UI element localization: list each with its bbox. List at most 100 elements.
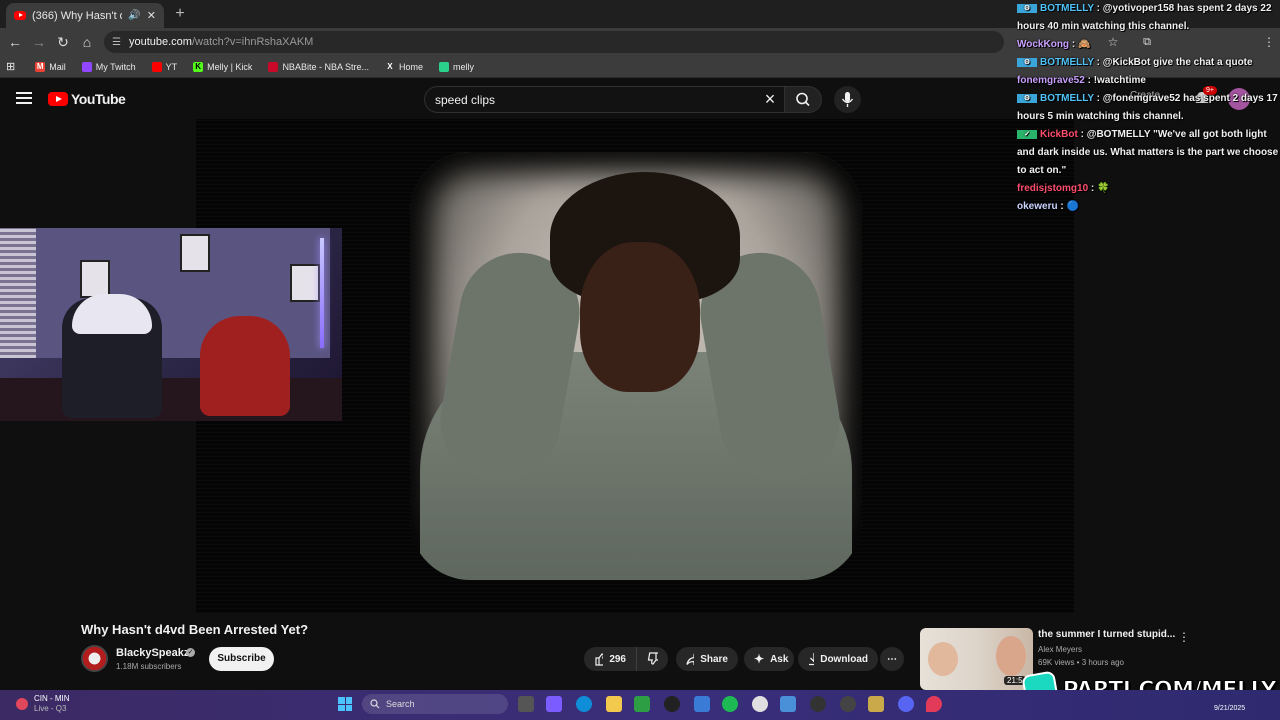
- x-icon: X: [387, 61, 393, 71]
- ask-label: Ask: [770, 653, 789, 665]
- recommended-video-channel[interactable]: Alex Meyers: [1038, 645, 1082, 654]
- dislike-button[interactable]: [636, 647, 668, 671]
- chat-username: WockKong: [1017, 39, 1070, 50]
- reload-button[interactable]: ↻: [54, 33, 72, 51]
- chrome-icon[interactable]: [752, 696, 768, 712]
- twitch-icon: [81, 61, 92, 72]
- chat-message: ⚙ BOTMELLY : @yotivoper158 has spent 2 da…: [1017, 3, 1272, 32]
- media-player-icon[interactable]: [810, 696, 826, 712]
- bookmark-my-twitch[interactable]: My Twitch: [76, 60, 142, 74]
- bookmark-melly[interactable]: melly: [433, 60, 480, 74]
- clear-search-icon[interactable]: ×: [760, 88, 780, 110]
- address-bar[interactable]: ☰ youtube.com/watch?v=ihnRshaXAKM: [104, 31, 1004, 53]
- chat-text: 🔵: [1066, 201, 1079, 212]
- speaker-icon[interactable]: 🔊: [128, 10, 140, 21]
- youtube-logo[interactable]: YouTube: [48, 91, 126, 107]
- sparkle-icon: ✦: [754, 652, 765, 666]
- thumbnail-face: [928, 642, 958, 676]
- download-button[interactable]: Download: [798, 647, 878, 671]
- webcam-poster: [80, 260, 110, 298]
- youtube-play-icon: [48, 92, 68, 106]
- chat-message: ✓ KickBot : @BOTMELLY "We've all got both…: [1017, 129, 1279, 176]
- steam-icon[interactable]: [664, 696, 680, 712]
- share-arrow-icon: [686, 653, 695, 666]
- recommendation-menu-icon[interactable]: ⋮: [1178, 630, 1190, 644]
- bookmark-mail[interactable]: M Mail: [29, 60, 72, 74]
- site-info-icon[interactable]: ☰: [112, 37, 121, 48]
- chat-text: 🍀: [1097, 183, 1110, 194]
- download-label: Download: [820, 653, 868, 665]
- chat-username: KickBot: [1040, 129, 1078, 140]
- voice-search-button[interactable]: [834, 86, 861, 113]
- ask-button[interactable]: ✦ Ask: [744, 647, 794, 671]
- chat-message: fonemgrave52 : !watchtime: [1017, 75, 1146, 86]
- webcam-poster: [180, 234, 210, 272]
- chat-username: fredisjstomg10: [1017, 183, 1089, 194]
- bookmark-home[interactable]: X Home: [379, 60, 429, 74]
- taskbar-search[interactable]: Search: [362, 694, 508, 714]
- bookmark-melly-kick[interactable]: K Melly | Kick: [187, 60, 258, 74]
- widget-icon: [16, 698, 28, 710]
- bot-badge-icon: ⚙: [1017, 57, 1037, 67]
- more-horizontal-icon: ⋯: [887, 653, 897, 665]
- search-button[interactable]: [784, 86, 822, 113]
- streamer-webcam: [0, 228, 342, 421]
- obs-icon[interactable]: [840, 696, 856, 712]
- copilot-icon[interactable]: [546, 696, 562, 712]
- chat-text: @KickBot give the chat a quote: [1102, 57, 1253, 68]
- bookmark-label: My Twitch: [95, 61, 136, 72]
- discord-icon[interactable]: [898, 696, 914, 712]
- widget-subtitle: Live - Q3: [34, 704, 67, 713]
- edge-icon[interactable]: [576, 696, 592, 712]
- more-actions-button[interactable]: ⋯: [880, 647, 904, 671]
- home-button[interactable]: ⌂: [78, 33, 96, 51]
- share-button[interactable]: Share: [676, 647, 738, 671]
- channel-avatar[interactable]: [81, 645, 108, 672]
- apps-grid-icon[interactable]: ⊞: [6, 60, 15, 73]
- widget-title: CIN - MIN: [34, 694, 70, 703]
- close-tab-icon[interactable]: ✕: [147, 9, 156, 22]
- search-input[interactable]: speed clips: [424, 86, 784, 113]
- hamburger-menu-icon[interactable]: [16, 92, 32, 104]
- bot-badge-icon: ✓: [1017, 129, 1037, 139]
- maps-pin-icon[interactable]: [926, 696, 942, 712]
- spotify-icon[interactable]: [722, 696, 738, 712]
- task-view-icon[interactable]: [518, 696, 534, 712]
- thumbs-up-icon: [595, 653, 604, 666]
- youtube-logo-text: YouTube: [71, 91, 126, 107]
- new-tab-button[interactable]: +: [170, 4, 190, 24]
- verified-check-icon: ✓: [186, 648, 195, 657]
- stream-chat-overlay: ⚙ BOTMELLY : @yotivoper158 has spent 2 da…: [1014, 0, 1280, 212]
- like-button[interactable]: 296: [584, 647, 636, 671]
- browser-tab-active[interactable]: (366) Why Hasn't d4vd Been Arrested Yet?…: [6, 3, 164, 28]
- store-icon[interactable]: [694, 696, 710, 712]
- file-explorer-icon[interactable]: [606, 696, 622, 712]
- photos-icon[interactable]: [780, 696, 796, 712]
- taskbar-widget[interactable]: CIN - MIN Live - Q3: [16, 694, 70, 714]
- xbox-icon[interactable]: [634, 696, 650, 712]
- chat-text: !watchtime: [1093, 75, 1146, 86]
- thumbnail-face: [996, 636, 1026, 676]
- forward-button[interactable]: →: [30, 33, 48, 51]
- subscribe-button[interactable]: Subscribe: [209, 647, 274, 671]
- bookmark-label: Mail: [49, 61, 66, 72]
- url-host: youtube.com: [128, 36, 192, 48]
- kick-icon: K: [193, 61, 204, 72]
- chat-username: okeweru: [1017, 201, 1058, 212]
- bookmark-yt[interactable]: YT: [146, 60, 184, 74]
- recommended-video-title[interactable]: the summer I turned stupid...: [1038, 629, 1175, 640]
- chat-username: BOTMELLY: [1040, 3, 1094, 14]
- bookmark-nbabite[interactable]: NBABite - NBA Stre...: [262, 60, 375, 74]
- share-label: Share: [700, 653, 728, 665]
- back-button[interactable]: ←: [6, 33, 24, 51]
- chat-message: WockKong : 🙈: [1017, 39, 1091, 50]
- webcam-streamer: [200, 316, 290, 416]
- app-icon[interactable]: [868, 696, 884, 712]
- webcam-led-strip: [320, 238, 324, 348]
- windows-start-icon[interactable]: [338, 697, 352, 711]
- recommended-video-meta: 69K views • 3 hours ago: [1038, 658, 1124, 667]
- youtube-icon: [151, 61, 162, 72]
- thumbs-down-icon: [647, 652, 658, 665]
- video-person-face: [580, 242, 700, 392]
- channel-name[interactable]: BlackySpeakz: [116, 647, 189, 659]
